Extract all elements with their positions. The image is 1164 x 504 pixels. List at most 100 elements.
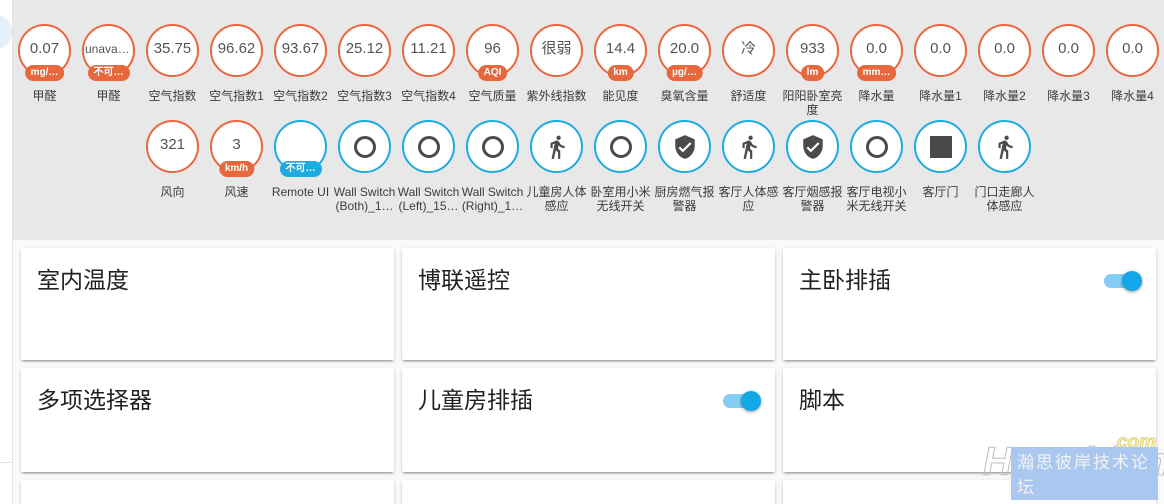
ring-icon [353,135,376,158]
badge-circle[interactable]: 35.75 [146,24,199,77]
badge[interactable]: 冷舒适度 [717,24,781,103]
card[interactable]: 脚本 [783,368,1156,472]
badge-unit: km [607,65,634,81]
badge-circle[interactable]: 93.67 [274,24,327,77]
badge[interactable]: 客厅电视小米无线开关 [845,120,909,213]
badge[interactable]: 0.0 降水量3 [1037,24,1101,103]
badge-circle[interactable]: 3 km/h [210,120,263,177]
badge-circle[interactable] [658,120,711,173]
cards-column-2: 博联遥控儿童房排插 [402,248,775,504]
app-root: 最低气温4最高气温最高气温1最高气温2最高气温3最高气温4气压洗车指数洗车指数1… [0,0,1164,504]
badge[interactable]: 933 lm 阳阳卧室亮度 [781,24,845,117]
badge-circle[interactable]: 0.0 [1106,24,1159,77]
badge-value: unavai… [85,42,133,55]
badge[interactable]: 不可… Remote UI [269,120,333,199]
badge-circle[interactable] [594,120,647,173]
badge[interactable]: 93.67 空气指数2 [269,24,333,103]
card-title: 儿童房排插 [418,387,533,413]
badge[interactable]: 96.62 空气指数1 [205,24,269,103]
badge-circle[interactable] [338,120,391,173]
badge-value: 0.0 [1122,41,1143,56]
badge[interactable]: 卧室用小米无线开关 [589,120,653,213]
badge[interactable]: Wall Switch (Both)_1… [333,120,397,213]
badge[interactable]: 门口走廊人体感应 [973,120,1037,213]
badge-circle[interactable]: 96 AQI [466,24,519,81]
badge-circle[interactable]: 很弱 [530,24,583,77]
badge-circle[interactable]: 0.07 mg/… [18,24,71,81]
badge[interactable]: 11.21 空气指数4 [397,24,461,103]
badge[interactable]: 35.75 空气指数 [141,24,205,103]
toggle-switch[interactable] [1104,270,1142,291]
badge-circle[interactable] [786,120,839,173]
card[interactable] [21,480,394,504]
badge-label: 空气指数 [148,89,197,103]
badge-circle[interactable]: 20.0 µg/… [658,24,711,81]
badge[interactable]: 20.0 µg/… 臭氧含量 [653,24,717,103]
badge-circle[interactable]: 25.12 [338,24,391,77]
badge[interactable]: 客厅人体感应 [717,120,781,213]
badge[interactable]: 0.0 降水量4 [1101,24,1164,103]
badge[interactable]: 客厅门 [909,120,973,199]
badge[interactable]: 96 AQI 空气质量 [461,24,525,103]
badge-circle[interactable]: 96.62 [210,24,263,77]
badge-circle[interactable]: 0.0 [914,24,967,77]
badge-circle[interactable]: unavai… 不可… [82,24,135,81]
badge-label: 风速 [224,185,249,199]
ring-icon [481,135,504,158]
card-title: 室内温度 [37,267,129,293]
badge-label: 臭氧含量 [660,89,709,103]
badge-circle[interactable] [466,120,519,173]
badge-circle[interactable] [722,120,775,173]
card[interactable] [402,480,775,504]
toggle-switch[interactable] [723,390,761,411]
badge-circle[interactable]: 不可… [274,120,327,177]
badge[interactable]: 很弱 紫外线指数 [525,24,589,103]
badge-label: Wall Switch (Right)_1… [461,185,524,214]
badge-circle[interactable] [530,120,583,173]
badge-label: Remote UI [271,185,330,199]
badge-label: 儿童房人体感应 [526,185,587,214]
badge-circle[interactable] [978,120,1031,173]
badge[interactable]: 0.0 mm… 降水量 [845,24,909,103]
badge-value: 0.0 [930,41,951,56]
badge[interactable]: 3 km/h 风速 [205,120,269,199]
badge[interactable]: 321 风向 [141,120,205,199]
badge[interactable]: 14.4 km 能见度 [589,24,653,103]
sidebar-divider [0,462,13,463]
badge-circle[interactable]: 14.4 km [594,24,647,81]
card[interactable]: 多项选择器 [21,368,394,472]
badge[interactable]: Wall Switch (Left)_15… [397,120,461,213]
badge-value: 0.0 [1058,41,1079,56]
badge-circle[interactable]: 933 lm [786,24,839,81]
card[interactable]: 博联遥控 [402,248,775,360]
badge[interactable]: 25.12 空气指数3 [333,24,397,103]
badge-circle[interactable] [914,120,967,173]
badge[interactable]: 0.0 降水量1 [909,24,973,103]
badge-value: 20.0 [669,41,700,56]
badge-value: 0.0 [994,41,1015,56]
badge-value: 很弱 [541,41,572,56]
badge[interactable]: unavai… 不可… 甲醛 [77,24,141,103]
sidebar-item-selected[interactable] [0,14,12,50]
badge-circle[interactable]: 冷 [722,24,775,77]
badge[interactable]: 0.0 降水量2 [973,24,1037,103]
badge-circle[interactable]: 0.0 mm… [850,24,903,81]
ring-icon [609,135,632,158]
badge-label: 甲醛 [32,89,57,103]
card[interactable] [783,480,1156,504]
walk-icon [998,135,1013,159]
badge-circle[interactable]: 11.21 [402,24,455,77]
badge-circle[interactable] [402,120,455,173]
card[interactable]: 儿童房排插 [402,368,775,472]
badge-circle[interactable] [850,120,903,173]
badge[interactable]: 0.07 mg/… 甲醛 [13,24,77,103]
badge[interactable]: 客厅烟感报警器 [781,120,845,213]
badge[interactable]: Wall Switch (Right)_1… [461,120,525,213]
card[interactable]: 室内温度 [21,248,394,360]
badge-circle[interactable]: 0.0 [1042,24,1095,77]
badge[interactable]: 厨房燃气报警器 [653,120,717,213]
badge[interactable]: 儿童房人体感应 [525,120,589,213]
badge-circle[interactable]: 321 [146,120,199,173]
card[interactable]: 主卧排插 [783,248,1156,360]
badge-circle[interactable]: 0.0 [978,24,1031,77]
